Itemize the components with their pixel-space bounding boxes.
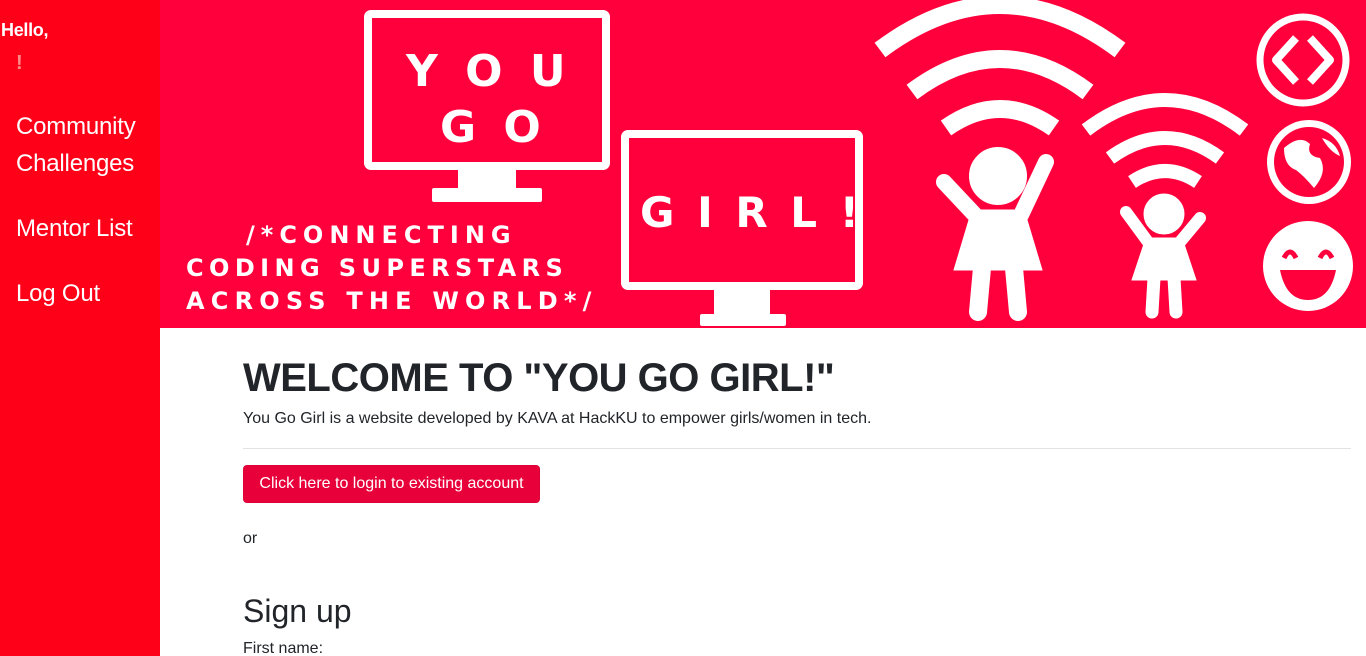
nav-mentor-list[interactable]: Mentor List	[16, 210, 156, 247]
code-icon	[1256, 13, 1350, 107]
login-button[interactable]: Click here to login to existing account	[243, 465, 540, 503]
banner-tagline-3: ACROSS THE WORLD*/	[186, 287, 598, 315]
welcome-description: You Go Girl is a website developed by KA…	[243, 410, 872, 427]
welcome-title: WELCOME TO "YOU GO GIRL!"	[243, 356, 835, 400]
banner-you-text: Y O U	[406, 46, 572, 97]
banner-go-text: G O	[440, 102, 547, 153]
signup-title: Sign up	[243, 593, 352, 629]
sidebar: Hello, ! Community Challenges Mentor Lis…	[0, 0, 160, 656]
hero-banner: Y O U G O G I R L ! /*CONNECTING CODING …	[160, 0, 1366, 328]
nav-log-out[interactable]: Log Out	[16, 275, 156, 312]
wifi-icon-2	[1081, 93, 1249, 188]
globe-icon	[1267, 120, 1351, 204]
first-name-label: First name:	[243, 640, 324, 656]
user-name: !	[16, 52, 23, 74]
banner-tagline-2: CODING SUPERSTARS	[186, 254, 569, 282]
greeting-text: Hello,	[1, 20, 49, 40]
divider	[243, 448, 1351, 449]
girl-figure-icon	[936, 145, 1054, 321]
smiley-icon	[1263, 221, 1353, 311]
banner-girl-text: G I R L !	[640, 188, 863, 237]
wifi-icon	[874, 0, 1126, 136]
or-text: or	[243, 530, 258, 547]
banner-tagline-1: /*CONNECTING	[246, 221, 517, 249]
nav-community-challenges[interactable]: Community Challenges	[16, 108, 156, 182]
girl-figure-icon-2	[1120, 193, 1206, 319]
